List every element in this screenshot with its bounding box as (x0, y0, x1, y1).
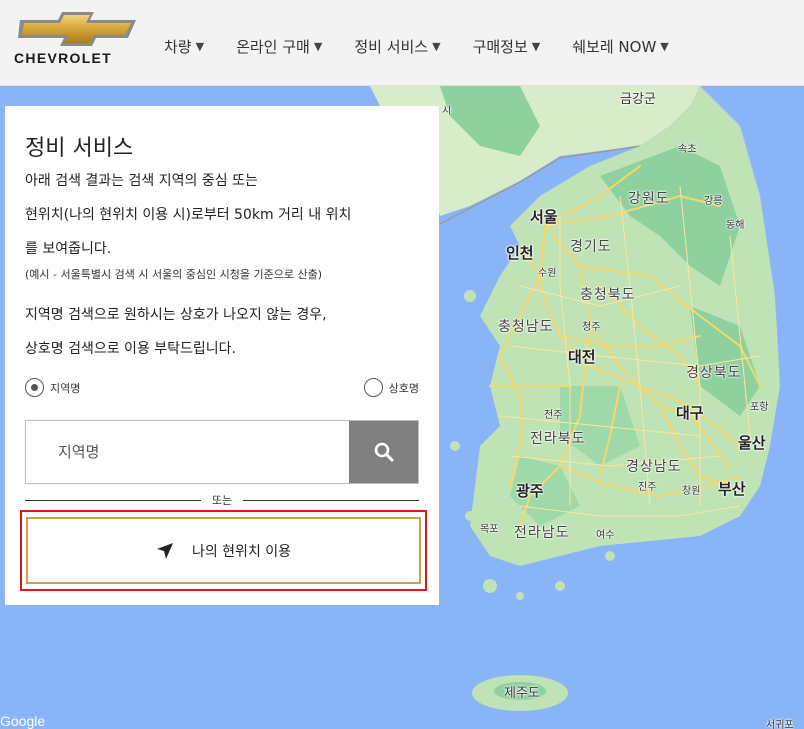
nav-item-online-purchase[interactable]: 온라인 구매 ▼ (236, 36, 322, 57)
chevron-down-icon: ▼ (660, 40, 669, 53)
site-header: CHEVROLET 차량 ▼ 온라인 구매 ▼ 정비 서비스 ▼ 구매정보 ▼ 쉐보레 … (0, 0, 804, 86)
search-type-radio-group: 지역명 상호명 (25, 378, 419, 398)
map-label-gangwon: 강원도 (628, 191, 670, 207)
map-label-gyeongnam: 경상남도 (626, 459, 682, 475)
radio-region[interactable]: 지역명 (25, 378, 80, 397)
description-line-2: 현위치(나의 현위치 이용 시)로부터 50km 거리 내 위치 (25, 207, 352, 223)
map-label-partial: 시 (442, 106, 452, 117)
map-label-mokpo: 목포 (480, 524, 499, 535)
search-box (25, 420, 419, 484)
example-note: (예시 - 서울특별시 검색 시 서울의 중심인 시청을 기준으로 산출) (25, 268, 323, 281)
radio-unchecked-icon (363, 378, 383, 397)
service-search-panel: 정비 서비스 아래 검색 결과는 검색 지역의 중심 또는 현위치(나의 현위치… (5, 106, 439, 605)
nav-item-vehicles[interactable]: 차량 ▼ (164, 36, 204, 57)
map-label-changwon: 창원 (682, 486, 701, 497)
chevron-down-icon: ▼ (531, 40, 541, 53)
divider-line (243, 500, 419, 501)
map-label-chungnam: 충청남도 (498, 319, 554, 335)
map-label-gyeongbuk: 경상북도 (686, 365, 742, 381)
nav-label: 정비 서비스 (354, 38, 429, 56)
map-label-suwon: 수원 (538, 268, 557, 279)
map-label-seoul: 서울 (530, 208, 558, 226)
map-label-yeosu: 여수 (596, 530, 615, 541)
map-label-daejeon: 대전 (568, 348, 596, 366)
search-icon (374, 442, 393, 462)
map-label-sokcho: 속초 (678, 144, 697, 155)
map-label-gwangju: 광주 (516, 482, 544, 500)
description-2-line-2: 상호명 검색으로 이용 부탁드립니다. (25, 341, 236, 357)
use-my-location-button[interactable]: 나의 현위치 이용 (26, 517, 421, 584)
map-label-gangneung: 강릉 (704, 196, 723, 207)
nav-label: 쉐보레 NOW (572, 38, 657, 56)
map-label-incheon: 인천 (506, 244, 534, 262)
main-nav: 차량 ▼ 온라인 구매 ▼ 정비 서비스 ▼ 구매정보 ▼ 쉐보레 NOW ▼ (148, 36, 685, 57)
location-arrow-icon (156, 542, 173, 559)
brand-wordmark: CHEVROLET (14, 50, 113, 66)
map-label-pohang: 포항 (750, 402, 769, 413)
location-button-highlight: 나의 현위치 이용 (20, 510, 427, 591)
map-label-cheongju: 청주 (582, 322, 601, 333)
map-label-daegu: 대구 (676, 404, 704, 422)
chevron-down-icon: ▼ (432, 40, 441, 53)
map-label-jeju: 제주도 (504, 686, 540, 701)
map-label-busan: 부산 (718, 480, 746, 498)
chevron-down-icon: ▼ (313, 40, 323, 53)
google-attribution[interactable]: Google (0, 713, 45, 729)
region-search-input[interactable] (26, 421, 350, 483)
nav-label: 구매정보 (472, 38, 528, 56)
use-my-location-label: 나의 현위치 이용 (191, 543, 292, 560)
map-label-jinju: 진주 (638, 482, 657, 493)
description-2-line-1: 지역명 검색으로 원하시는 상호가 나오지 않는 경우, (25, 307, 327, 323)
map-label-gyeonggi: 경기도 (570, 239, 612, 255)
map-label-chungbuk: 충청북도 (580, 287, 636, 303)
panel-title: 정비 서비스 (25, 136, 134, 161)
map-label-geumgang: 금강군 (620, 92, 656, 107)
radio-checked-icon (25, 378, 44, 397)
description-line-3: 를 보여줍니다. (25, 241, 112, 257)
map-label-donghae: 동해 (726, 220, 745, 231)
description-line-1: 아래 검색 결과는 검색 지역의 중심 또는 (25, 173, 258, 189)
radio-business[interactable]: 상호명 (363, 378, 419, 397)
nav-label: 온라인 구매 (236, 38, 310, 56)
nav-item-chevrolet-now[interactable]: 쉐보레 NOW ▼ (572, 36, 669, 57)
radio-label: 지역명 (50, 381, 81, 395)
nav-item-service[interactable]: 정비 서비스 ▼ (354, 36, 440, 57)
or-divider: 또는 (25, 492, 419, 508)
map-label-seogwipo: 서귀포 (766, 720, 794, 729)
nav-label: 차량 (164, 38, 192, 56)
map-label-ulsan: 울산 (738, 434, 766, 452)
map-label-jeonbuk: 전라북도 (530, 431, 586, 447)
map-label-jeonnam: 전라남도 (514, 525, 570, 541)
radio-label: 상호명 (388, 381, 419, 395)
nav-item-purchase-info[interactable]: 구매정보 ▼ (473, 36, 541, 57)
map-label-jeonju: 전주 (544, 410, 563, 421)
chevron-down-icon: ▼ (195, 40, 205, 53)
search-button[interactable] (349, 421, 418, 483)
